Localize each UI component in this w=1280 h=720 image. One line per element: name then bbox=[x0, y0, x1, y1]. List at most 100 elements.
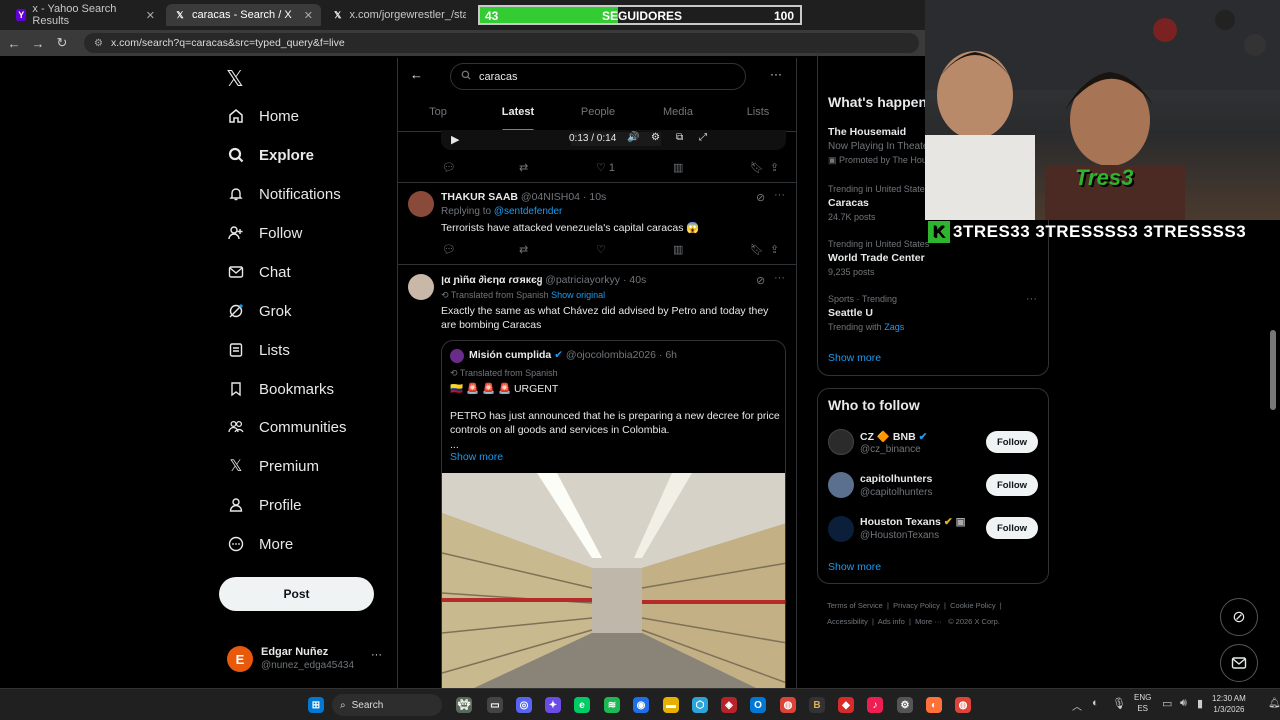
search-input[interactable]: caracas bbox=[450, 63, 746, 90]
tab-latest[interactable]: Latest bbox=[478, 102, 558, 132]
back-icon[interactable]: ← bbox=[2, 36, 26, 51]
bitcoin-app-icon[interactable]: B bbox=[809, 697, 825, 713]
nav-item-profile[interactable]: Profile bbox=[227, 496, 302, 514]
nav-item-communities[interactable]: Communities bbox=[227, 418, 347, 436]
follow-suggestion-name[interactable]: CZ 🔶 BNB ✔ bbox=[860, 430, 927, 443]
nav-item-chat[interactable]: Chat bbox=[227, 263, 291, 281]
footer-link[interactable]: Ads info bbox=[878, 617, 905, 626]
show-more-link[interactable]: Show more bbox=[450, 451, 503, 463]
spotify-icon[interactable]: ≋ bbox=[604, 697, 620, 713]
more-dots-icon[interactable]: ··· bbox=[774, 272, 785, 284]
tweet-time[interactable]: · 10s bbox=[583, 191, 606, 203]
nav-item-bookmarks[interactable]: Bookmarks bbox=[227, 380, 334, 398]
reply-icon[interactable]: 💬︎ bbox=[442, 161, 519, 174]
tray-chevron-icon[interactable]: ︿ bbox=[1072, 698, 1082, 713]
url-field[interactable]: ⚙ x.com/search?q=caracas&src=typed_query… bbox=[84, 33, 919, 53]
follow-button[interactable]: Follow bbox=[986, 431, 1038, 453]
account-switcher[interactable]: E Edgar Nuñez @nunez_edga45434 ··· bbox=[227, 646, 392, 674]
battery-icon[interactable]: ▮ bbox=[1197, 697, 1203, 710]
grok-icon[interactable]: ⊘ bbox=[756, 274, 765, 287]
avatar[interactable] bbox=[408, 274, 434, 300]
clock[interactable]: 12:30 AM 1/3/2026 bbox=[1212, 693, 1246, 715]
trends-show-more[interactable]: Show more bbox=[828, 352, 881, 364]
task-view-icon[interactable]: ▭ bbox=[487, 697, 503, 713]
like-icon[interactable]: ♡ 1 bbox=[596, 161, 673, 174]
avatar[interactable] bbox=[408, 191, 434, 217]
close-tab-icon[interactable]: ✕ bbox=[146, 9, 155, 22]
forward-icon[interactable]: → bbox=[26, 36, 50, 51]
avatar[interactable] bbox=[828, 516, 854, 542]
who-to-follow-show-more[interactable]: Show more bbox=[828, 561, 881, 573]
reload-icon[interactable]: ↻ bbox=[50, 35, 74, 51]
browser-icon[interactable]: ◉ bbox=[633, 697, 649, 713]
windows-start-icon[interactable]: ⊞ bbox=[308, 697, 324, 713]
site-info-icon[interactable]: ⚙ bbox=[94, 38, 103, 49]
app-icon[interactable]: ◆ bbox=[838, 697, 854, 713]
chrome-icon[interactable]: ◍ bbox=[780, 697, 796, 713]
avatar[interactable] bbox=[828, 472, 854, 498]
mention-link[interactable]: @sentdefender bbox=[494, 206, 563, 217]
footer-link[interactable]: Cookie Policy bbox=[950, 601, 995, 610]
taskbar-search[interactable]: ⌕ Search bbox=[332, 694, 442, 716]
play-icon[interactable]: ▶ bbox=[451, 133, 459, 146]
tweet-time[interactable]: · 40s bbox=[623, 274, 646, 286]
bookmark-icon[interactable]: 🔖︎ bbox=[750, 243, 770, 256]
nav-item-explore[interactable]: Explore bbox=[227, 146, 314, 164]
pip-icon[interactable]: ⧉ bbox=[676, 132, 683, 143]
reply-icon[interactable]: 💬︎ bbox=[442, 243, 519, 256]
show-original-link[interactable]: Show original bbox=[551, 290, 605, 300]
settings-icon[interactable]: ⚙ bbox=[651, 132, 660, 143]
follow-suggestion-name[interactable]: capitolhunters bbox=[860, 473, 932, 485]
tweet-handle[interactable]: @04NISH04 bbox=[521, 191, 580, 203]
firefox-icon[interactable]: ◐ bbox=[926, 697, 942, 713]
avatar[interactable] bbox=[828, 429, 854, 455]
tweet-handle[interactable]: @patriciayorkyy bbox=[545, 274, 620, 286]
repost-icon[interactable]: ⇄ bbox=[519, 161, 596, 174]
app-icon[interactable]: ⚙ bbox=[897, 697, 913, 713]
display-icon[interactable]: ▭ bbox=[1162, 697, 1172, 710]
more-dots-icon[interactable]: ··· bbox=[1026, 293, 1037, 305]
tab-media[interactable]: Media bbox=[638, 102, 718, 131]
views-icon[interactable]: ▥ bbox=[673, 161, 750, 174]
page-scrollbar[interactable] bbox=[1270, 330, 1276, 410]
file-explorer-icon[interactable]: ▬ bbox=[663, 697, 679, 713]
outlook-icon[interactable]: O bbox=[750, 697, 766, 713]
nav-item-home[interactable]: Home bbox=[227, 107, 299, 125]
fullscreen-icon[interactable]: ⤢ bbox=[699, 132, 707, 143]
tab-people[interactable]: People bbox=[558, 102, 638, 131]
repost-icon[interactable]: ⇄ bbox=[519, 243, 596, 256]
footer-link[interactable]: Privacy Policy bbox=[893, 601, 940, 610]
tweet-photo[interactable] bbox=[442, 473, 785, 688]
views-icon[interactable]: ▥ bbox=[673, 243, 750, 256]
chrome-icon[interactable]: ◍ bbox=[955, 697, 971, 713]
grok-float-icon[interactable]: ⊘ bbox=[1220, 598, 1258, 636]
alien-app-icon[interactable]: 👾︎ bbox=[456, 697, 472, 713]
quoted-tweet[interactable]: Misión cumplida ✔ @ojocolombia2026 · 6h … bbox=[441, 340, 786, 688]
browser-tab-status[interactable]: 𝕏 x.com/jorgewrestler_/status/20 bbox=[324, 4, 474, 26]
bookmark-icon[interactable]: 🔖︎ bbox=[750, 161, 770, 174]
more-dots-icon[interactable]: ··· bbox=[770, 67, 782, 81]
browser-tab-yahoo[interactable]: Y x - Yahoo Search Results ✕ bbox=[8, 3, 163, 27]
footer-link[interactable]: More ··· bbox=[915, 617, 942, 626]
footer-link[interactable]: Accessibility bbox=[827, 617, 868, 626]
messages-float-icon[interactable] bbox=[1220, 644, 1258, 682]
nav-item-more[interactable]: More bbox=[227, 535, 293, 553]
more-dots-icon[interactable]: ··· bbox=[774, 189, 785, 201]
tweet-author[interactable]: THAKUR SAAB bbox=[441, 191, 518, 203]
footer-link[interactable]: Terms of Service bbox=[827, 601, 883, 610]
share-icon[interactable]: ⇪ bbox=[770, 161, 779, 174]
video-player[interactable]: ▶ 0:13 / 0:14 🔊 ⚙ ⧉ ⤢ bbox=[441, 130, 786, 150]
language-indicator[interactable]: ENG ES bbox=[1134, 692, 1151, 714]
follow-button[interactable]: Follow bbox=[986, 474, 1038, 496]
microphone-icon[interactable]: 🎙︎ bbox=[1112, 697, 1126, 710]
nav-item-lists[interactable]: Lists bbox=[227, 341, 290, 359]
notifications-bell-icon[interactable]: 🔔︎ bbox=[1268, 698, 1280, 709]
trend-item[interactable]: Sports · Trending Seattle U Trending wit… bbox=[828, 294, 1028, 332]
volume-icon[interactable]: 🔊︎ bbox=[1180, 697, 1187, 710]
nav-item-grok[interactable]: Grok bbox=[227, 302, 292, 320]
shield-app-icon[interactable]: ◈ bbox=[721, 697, 737, 713]
trending-with-link[interactable]: Zags bbox=[884, 322, 904, 332]
tab-top[interactable]: Top bbox=[398, 102, 478, 131]
follow-button[interactable]: Follow bbox=[986, 517, 1038, 539]
edge-icon[interactable]: e bbox=[574, 697, 590, 713]
